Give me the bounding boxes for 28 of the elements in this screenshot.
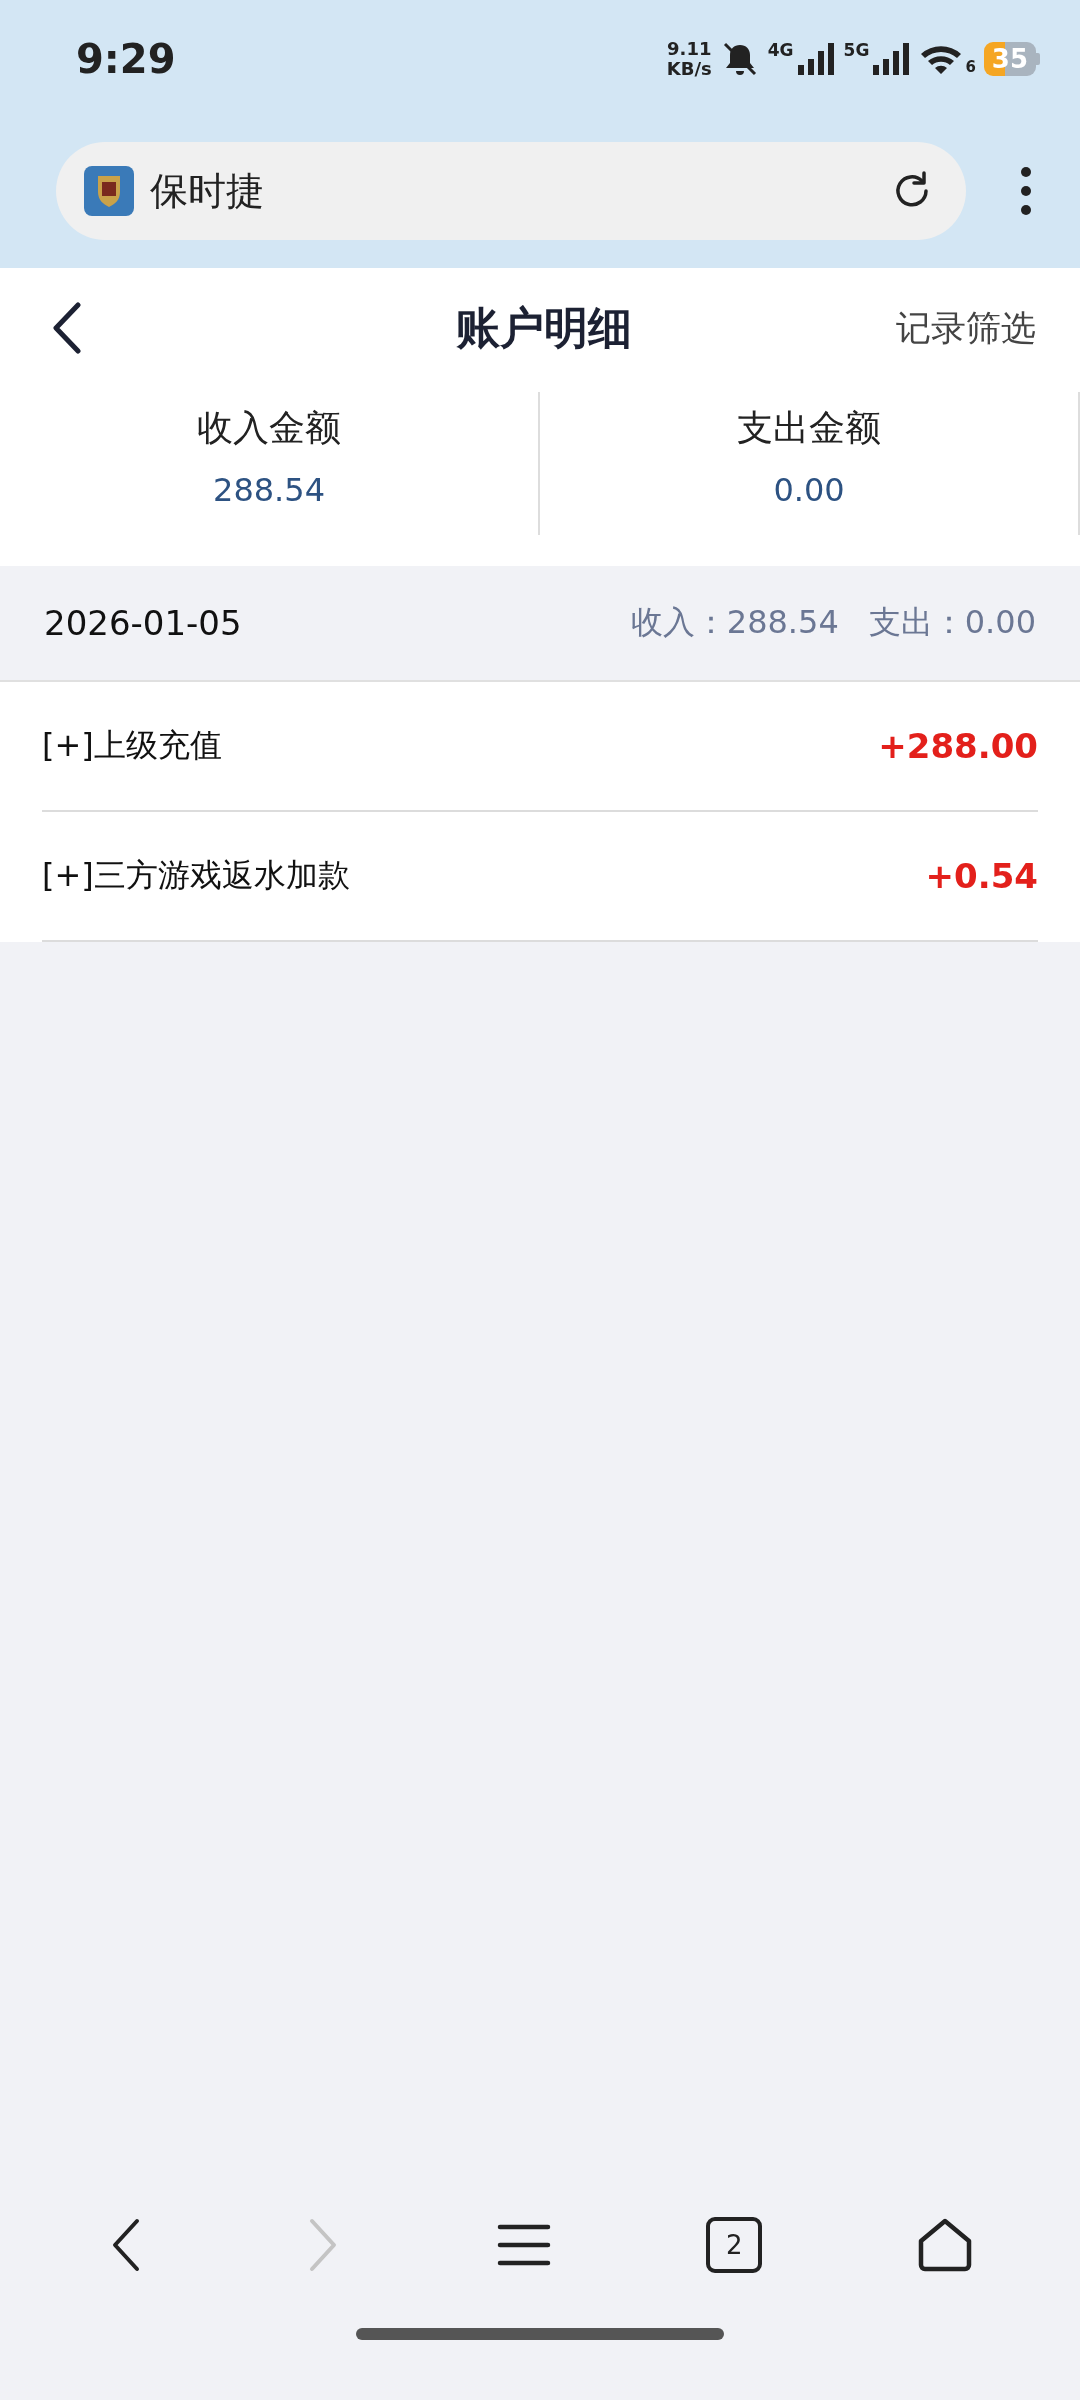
- back-icon[interactable]: [52, 302, 82, 354]
- summary-value: 288.54: [213, 471, 325, 509]
- summary-value: 0.00: [773, 471, 845, 509]
- signal-icon: [795, 41, 836, 77]
- expense-total: 支出：0.00: [868, 602, 1036, 643]
- site-title: 保时捷: [150, 167, 265, 215]
- record-title: [+]三方游戏返水加款: [42, 855, 350, 896]
- network-type: 4G: [767, 41, 794, 59]
- filter-link[interactable]: 记录筛选: [896, 304, 1036, 352]
- network-type: 5G: [843, 41, 870, 59]
- summary-label: 收入金额: [197, 406, 341, 450]
- more-icon[interactable]: [1020, 166, 1032, 216]
- record-title: [+]上级充值: [42, 725, 222, 766]
- record-amount: +0.54: [925, 856, 1038, 896]
- summary-label: 支出金额: [737, 406, 881, 450]
- signal-icon: [871, 41, 912, 77]
- home-icon[interactable]: [916, 2217, 973, 2273]
- clock: 9:29: [76, 36, 176, 82]
- address-bar[interactable]: 保时捷: [56, 142, 966, 240]
- menu-icon[interactable]: [495, 2223, 552, 2267]
- tabs-button[interactable]: 2: [706, 2217, 763, 2273]
- record-amount: +288.00: [878, 726, 1038, 766]
- income-total: 收入：288.54: [630, 602, 839, 643]
- date-text: 2026-01-05: [44, 603, 242, 643]
- network-speed: 9.11 KB/s: [666, 39, 712, 79]
- site-favicon: [84, 166, 134, 216]
- wifi-label: 6: [965, 58, 976, 76]
- page-title: 账户明细: [456, 300, 632, 355]
